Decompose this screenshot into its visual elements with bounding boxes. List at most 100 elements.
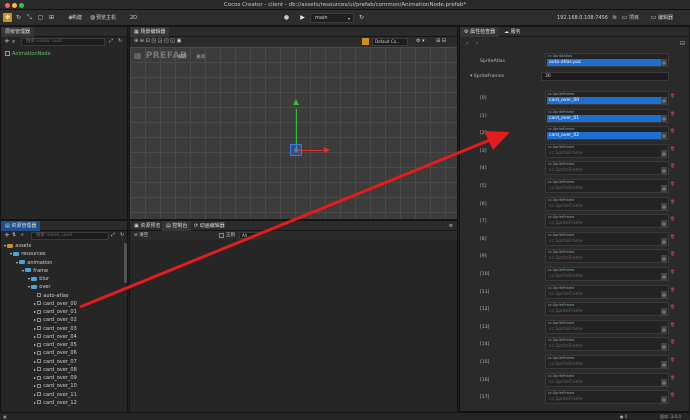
add-asset-icon[interactable]: +	[4, 231, 10, 240]
asset-picker-icon[interactable]: ◎	[661, 237, 667, 245]
asset-tree-item[interactable]: ▸ card_over_12	[34, 399, 77, 407]
asset-picker-icon[interactable]: ◎	[661, 396, 667, 404]
asset-tree-item[interactable]: ▸ card_over_01	[34, 308, 77, 316]
prefab-close-button[interactable]: 关闭	[196, 54, 205, 60]
filter-icon[interactable]: ⌕	[12, 37, 15, 46]
sprite-frame-field[interactable]: cc.SpriteFrame cc.SpriteFrame ◎	[545, 284, 669, 299]
asset-picker-icon[interactable]: ◎	[661, 308, 667, 316]
delete-frame-icon[interactable]: 🗑	[670, 93, 675, 98]
delete-frame-icon[interactable]: 🗑	[670, 146, 675, 151]
asset-picker-icon[interactable]: ◎	[661, 361, 667, 368]
sprite-frame-field[interactable]: cc.SpriteFrame cc.SpriteFrame ◎	[545, 143, 669, 158]
asset-tree-item[interactable]: ▾ frame	[22, 267, 48, 275]
delete-frame-icon[interactable]: 🗑	[670, 181, 675, 186]
move-tool-icon[interactable]: ✥	[3, 13, 12, 22]
asset-tree-item[interactable]: ▸ card_over_05	[34, 341, 77, 349]
play-options-icon[interactable]: ●	[282, 13, 291, 22]
sprite-frame-field[interactable]: cc.SpriteFrame cc.SpriteFrame ◎	[545, 249, 669, 264]
asset-tree-item[interactable]: ▸ card_over_04	[34, 333, 77, 341]
node-pivot[interactable]	[294, 148, 298, 152]
asset-filter-icon[interactable]: ⌕	[21, 231, 24, 240]
asset-tree-item[interactable]: ▸ card_over_06	[34, 349, 77, 357]
asset-tree-item[interactable]: ▾ animation	[16, 259, 52, 267]
asset-picker-icon[interactable]: ◎	[661, 273, 667, 280]
mode-2d-button[interactable]: 2D	[130, 13, 137, 23]
ip-address[interactable]: 192.168.0.108:7456	[557, 13, 608, 23]
sprite-frame-field[interactable]: cc.SpriteFrame cc.SpriteFrame ◎	[545, 319, 669, 334]
sprite-frame-field[interactable]: cc.SpriteFrame card_over_00 ◎	[545, 91, 669, 105]
add-node-icon[interactable]: +	[4, 37, 10, 46]
delete-frame-icon[interactable]: 🗑	[670, 111, 675, 116]
sprite-frames-toggle[interactable]: ▾ SpriteFrames	[470, 73, 504, 81]
project-folder-icon[interactable]: ▭	[620, 13, 629, 22]
asset-tree-item[interactable]: ▸ card_over_02	[34, 316, 77, 324]
rect-tool-icon[interactable]: ▢	[36, 13, 45, 22]
sprite-frame-field[interactable]: cc.SpriteFrame cc.SpriteFrame ◎	[545, 214, 669, 229]
delete-frame-icon[interactable]: 🗑	[670, 304, 675, 309]
sprite-frame-field[interactable]: cc.SpriteFrame cc.SpriteFrame ◎	[545, 161, 669, 176]
editor-folder-icon[interactable]: ▭	[649, 13, 658, 22]
asset-picker-icon[interactable]: ◎	[661, 378, 667, 386]
sprite-frame-field[interactable]: cc.SpriteFrame cc.SpriteFrame ◎	[545, 302, 669, 317]
sprite-frame-field[interactable]: cc.SpriteFrame cc.SpriteFrame ◎	[545, 231, 669, 246]
transform-tool-icon[interactable]: ⊞	[47, 13, 56, 22]
prefab-save-button[interactable]: 保存	[178, 54, 187, 60]
scene-viewport[interactable]: ▦ PREFAB 保存 关闭	[130, 47, 457, 219]
clear-console-button[interactable]: ⊘ 清空	[134, 232, 148, 238]
asset-picker-icon[interactable]: ◎	[661, 167, 667, 175]
asset-tree-item[interactable]: ▸ card_over_10	[34, 382, 77, 390]
sprite-frame-field[interactable]: cc.SpriteFrame cc.SpriteFrame ◎	[545, 390, 669, 405]
asset-picker-icon[interactable]: ◎	[661, 325, 667, 333]
sprite-atlas-picker-icon[interactable]: ◎	[661, 59, 667, 66]
sprite-frame-field[interactable]: cc.SpriteFrame cc.SpriteFrame ◎	[545, 196, 669, 211]
sprite-frame-field[interactable]: cc.SpriteFrame card_over_02 ◎	[545, 126, 669, 141]
delete-frame-icon[interactable]: 🗑	[670, 392, 675, 397]
panel-menu-icon[interactable]: ≡	[449, 223, 453, 229]
asset-tree-item[interactable]: ▾ over	[28, 283, 50, 291]
asset-tree-item[interactable]: ▾ resources	[10, 250, 46, 258]
scene-settings-icon[interactable]: ⚙ ▾	[416, 38, 425, 44]
asset-picker-icon[interactable]: ◎	[661, 97, 667, 104]
log-level-select[interactable]: All	[239, 232, 259, 239]
tab-hierarchy[interactable]: 层级管理器	[1, 27, 35, 37]
tab-service[interactable]: ☁ 服务	[500, 27, 525, 37]
asset-picker-icon[interactable]: ◎	[661, 149, 667, 157]
y-arrow-icon[interactable]	[293, 99, 299, 105]
asset-picker-icon[interactable]: ◎	[661, 343, 667, 351]
asset-picker-icon[interactable]: ◎	[661, 185, 667, 192]
asset-tree-item[interactable]: ▸ card_over_08	[34, 366, 77, 374]
build-button[interactable]: 构建	[72, 13, 82, 23]
tab-scene-editor[interactable]: ▦ 场景编辑器	[130, 27, 170, 37]
preview-host-button[interactable]: 预览主机	[96, 13, 116, 23]
asset-picker-icon[interactable]: ◎	[661, 114, 667, 122]
sprite-frame-field[interactable]: cc.SpriteFrame cc.SpriteFrame ◎	[545, 372, 669, 387]
delete-frame-icon[interactable]: 🗑	[670, 339, 675, 344]
asset-tree-item[interactable]: ▾ blur	[28, 275, 49, 283]
scale-tool-icon[interactable]: ⤡	[25, 13, 34, 22]
asset-tree-item[interactable]: ▸ card_over_11	[34, 391, 77, 399]
delete-frame-icon[interactable]: 🗑	[670, 375, 675, 380]
delete-frame-icon[interactable]: 🗑	[670, 234, 675, 239]
asset-picker-icon[interactable]: ◎	[661, 202, 667, 210]
asset-picker-icon[interactable]: ◎	[661, 290, 667, 298]
asset-picker-icon[interactable]: ◎	[661, 220, 667, 228]
delete-frame-icon[interactable]: 🗑	[670, 322, 675, 327]
scene-tool-icons[interactable]: ⊕ ⊖ ⊡ ◳ ◲ ◰ ◱ ▣	[134, 38, 181, 44]
sprite-frame-field[interactable]: cc.SpriteFrame cc.SpriteFrame ◎	[545, 179, 669, 193]
scene-more-icon[interactable]: ⊞ ⊟	[436, 38, 446, 44]
sprite-frames-count-input[interactable]: 30	[541, 72, 669, 81]
editor-button[interactable]: 编辑器	[658, 13, 673, 23]
x-arrow-icon[interactable]	[324, 147, 330, 153]
refresh-icon[interactable]: ↻	[357, 13, 366, 22]
lock-icon[interactable]: ⊟	[680, 40, 685, 47]
asset-tree-item[interactable]: ▸ card_over_07	[34, 358, 77, 366]
delete-frame-icon[interactable]: 🗑	[670, 251, 675, 256]
project-button[interactable]: 项目	[629, 13, 639, 23]
asset-tree-item[interactable]: ▾ assets	[4, 242, 31, 250]
delete-frame-icon[interactable]: 🗑	[670, 199, 675, 204]
delete-frame-icon[interactable]: 🗑	[670, 163, 675, 168]
back-icon[interactable]: ‹	[466, 40, 468, 47]
forward-icon[interactable]: ›	[476, 40, 478, 47]
notification-count[interactable]: ● 0	[620, 413, 627, 420]
delete-frame-icon[interactable]: 🗑	[670, 357, 675, 362]
